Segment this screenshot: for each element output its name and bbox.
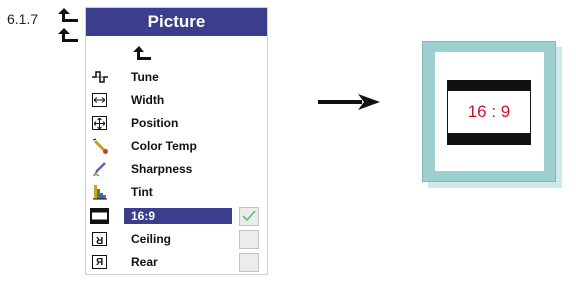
menu-item-sharpness[interactable]: Sharpness [86,158,267,180]
menu-item-label: Position [131,116,179,130]
menu-item-rear[interactable]: R Rear [86,251,267,273]
right-arrow-icon [318,94,380,110]
menu-item-position[interactable]: Position [86,112,267,134]
ceiling-checkbox[interactable] [239,229,259,249]
menu-item-label: Rear [131,255,158,269]
color-temp-icon [90,137,109,156]
menu-item-label: Tint [131,185,153,199]
picture-menu: Picture Tune Width Position Color Temp S… [85,7,268,275]
menu-item-tint[interactable]: Tint [86,181,267,203]
back-icon[interactable] [132,45,152,61]
tint-icon [90,183,109,202]
widescreen-icon [90,207,109,226]
width-icon [90,91,109,110]
menu-item-color-temp[interactable]: Color Temp [86,135,267,157]
position-icon [90,114,109,133]
menu-item-label: 16:9 [131,209,156,223]
menu-item-label: Ceiling [131,232,172,246]
tune-icon [90,68,109,87]
display-preview: 16 : 9 [422,41,562,188]
ceiling-icon: R [90,230,109,249]
menu-item-label: Tune [131,70,159,84]
menu-title: Picture [86,8,267,36]
menu-item-label: Sharpness [131,162,193,176]
back-arrows-icon [58,8,78,42]
rear-icon: R [90,253,109,272]
rear-checkbox[interactable] [239,252,259,272]
aspect-ratio-text: 16 : 9 [448,91,530,133]
menu-item-ceiling[interactable]: R Ceiling [86,228,267,250]
menu-item-tune[interactable]: Tune [86,66,267,88]
sharpness-icon [90,160,109,179]
menu-item-label: Color Temp [131,139,197,153]
menu-item-16-9[interactable]: 16:9 [86,205,267,227]
checkmark-icon [242,210,256,222]
menu-item-label: Width [131,93,165,107]
section-number: 6.1.7 [7,11,39,27]
menu-item-width[interactable]: Width [86,89,267,111]
16-9-checkbox[interactable] [239,206,259,226]
